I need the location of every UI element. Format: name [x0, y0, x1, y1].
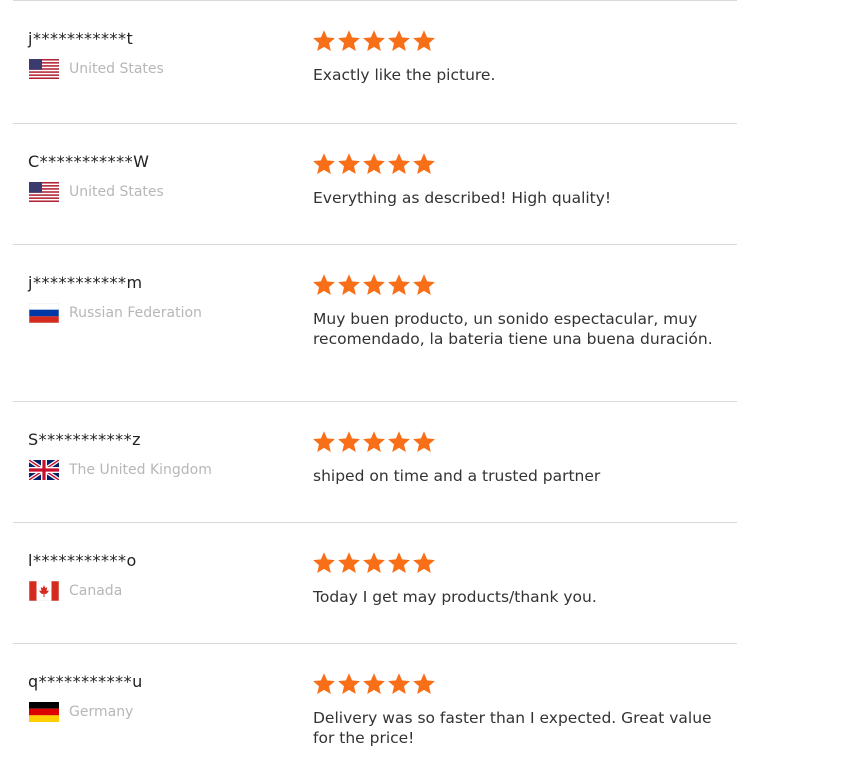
star-rating [312, 430, 436, 454]
star-icon [338, 153, 360, 174]
star-icon [388, 153, 410, 174]
review-item: j***********t United States Exactly like [13, 1, 737, 124]
reviewer-country: Canada [29, 580, 122, 602]
reviewer-name: C***********W [28, 152, 150, 171]
star-icon [388, 673, 410, 694]
us-flag-icon [29, 59, 59, 79]
star-icon [413, 552, 435, 573]
reviewer-name: j***********m [28, 273, 143, 292]
star-icon [313, 431, 335, 452]
reviewer-country: The United Kingdom [29, 459, 212, 481]
reviewer-name: j***********t [28, 29, 134, 48]
star-rating [312, 551, 436, 575]
review-text: Delivery was so faster than I expected. … [313, 709, 712, 747]
star-rating [312, 273, 436, 297]
reviewer-country: United States [29, 181, 164, 203]
star-icon [338, 30, 360, 51]
star-icon [413, 30, 435, 51]
country-label: Russian Federation [69, 305, 202, 321]
reviewer-name: S***********z [28, 430, 142, 449]
star-icon [313, 673, 335, 694]
us-flag-icon [29, 182, 59, 202]
star-rating [312, 672, 436, 696]
star-icon [363, 153, 385, 174]
star-icon [338, 274, 360, 295]
review-item: S***********z The United Kingdom shiped … [13, 402, 737, 523]
star-icon [313, 30, 335, 51]
star-icon [413, 673, 435, 694]
star-icon [413, 274, 435, 295]
star-icon [363, 673, 385, 694]
review-text: shiped on time and a trusted partner [313, 467, 601, 485]
star-icon [313, 552, 335, 573]
review-text: Exactly like the picture. [313, 66, 496, 84]
star-icon [363, 274, 385, 295]
review-item: j***********m Russian Federation Muy bue… [13, 245, 737, 402]
ru-flag-icon [29, 303, 59, 323]
gb-flag-icon [29, 460, 59, 480]
reviewer-country: Russian Federation [29, 302, 202, 324]
star-rating [312, 152, 436, 176]
star-icon [363, 30, 385, 51]
review-item: l***********o Canada Today I get may pro… [13, 523, 737, 644]
review-item: q***********u Germany Delivery was so fa… [13, 644, 737, 767]
reviewer-country: United States [29, 58, 164, 80]
review-list: j***********t United States Exactly like [13, 0, 737, 767]
star-icon [338, 673, 360, 694]
country-label: The United Kingdom [69, 462, 212, 478]
country-label: Germany [69, 704, 134, 720]
review-text: Today I get may products/thank you. [313, 588, 597, 606]
star-icon [313, 153, 335, 174]
star-icon [313, 274, 335, 295]
star-icon [363, 552, 385, 573]
reviewer-name: l***********o [28, 551, 137, 570]
star-icon [338, 431, 360, 452]
review-item: C***********W United States Everything a [13, 124, 737, 245]
star-icon [363, 431, 385, 452]
country-label: United States [69, 184, 164, 200]
de-flag-icon [29, 702, 59, 722]
reviewer-name: q***********u [28, 672, 143, 691]
star-icon [338, 552, 360, 573]
star-icon [388, 431, 410, 452]
country-label: United States [69, 61, 164, 77]
star-icon [388, 274, 410, 295]
star-rating [312, 29, 436, 53]
ca-flag-icon [29, 581, 59, 601]
star-icon [413, 153, 435, 174]
star-icon [413, 431, 435, 452]
country-label: Canada [69, 583, 123, 599]
reviewer-country: Germany [29, 701, 133, 723]
review-text: Everything as described! High quality! [313, 189, 612, 207]
star-icon [388, 30, 410, 51]
star-icon [388, 552, 410, 573]
review-text: Muy buen producto, un sonido espectacula… [313, 310, 713, 348]
